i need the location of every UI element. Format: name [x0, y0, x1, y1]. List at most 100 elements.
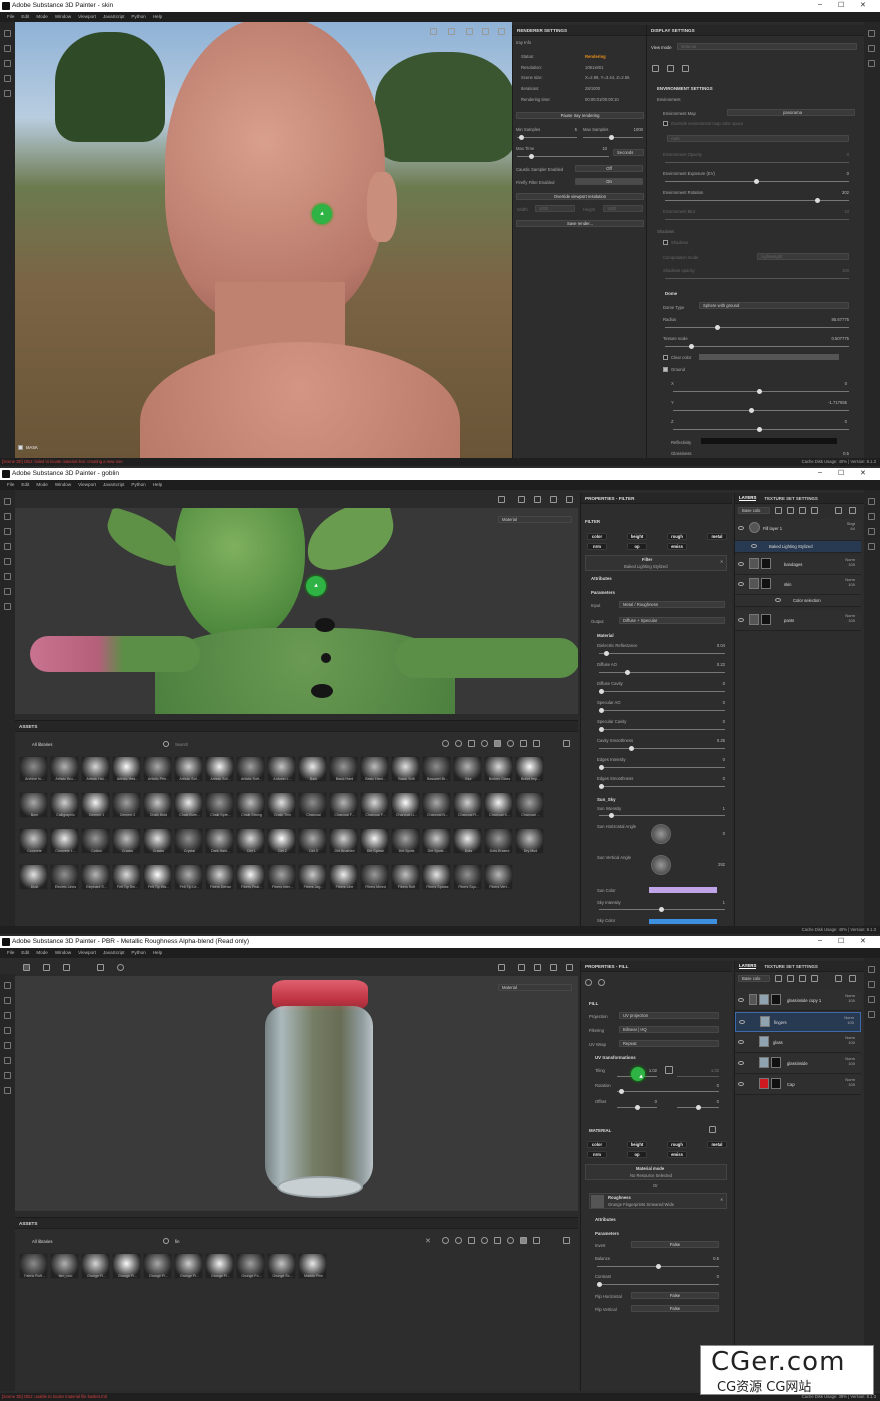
menu-viewport[interactable]: Viewport — [78, 12, 96, 22]
viewport-3d[interactable]: Material — [15, 508, 578, 714]
layer-opacity[interactable]: 100 — [848, 1040, 855, 1045]
asset-tile[interactable]: Grunge Fi... — [205, 1253, 234, 1279]
asset-tile[interactable]: Felt Tip Le... — [174, 864, 203, 890]
menu-file[interactable]: File — [7, 12, 14, 22]
eye-icon[interactable] — [738, 1061, 744, 1065]
color-space-dropdown[interactable]: Auto — [667, 135, 849, 142]
menu-mode[interactable]: Mode — [36, 948, 48, 958]
layer-cap[interactable]: Cap Norm 100 — [735, 1075, 861, 1095]
layer-opacity[interactable]: 100 — [848, 618, 855, 623]
asset-tile[interactable]: Bullet Imp... — [515, 756, 544, 782]
picker-tool-icon[interactable] — [4, 588, 11, 595]
menu-mode[interactable]: Mode — [36, 12, 48, 22]
filter-filter-icon[interactable] — [481, 1237, 488, 1244]
layer-opacity[interactable]: 100 — [847, 1020, 854, 1025]
asset-tile[interactable]: Artistic Hai... — [81, 756, 110, 782]
asset-tile[interactable]: Cracks — [143, 828, 172, 854]
menu-help[interactable]: Help — [153, 12, 162, 22]
filter-filter-icon[interactable] — [481, 740, 488, 747]
channel-rough-toggle[interactable]: rough — [667, 533, 687, 540]
rotation-slider[interactable] — [617, 1091, 719, 1092]
material-slider-track[interactable] — [599, 672, 725, 673]
channel-dropdown[interactable]: Base colo — [738, 507, 770, 514]
max-samples-knob[interactable] — [609, 135, 614, 140]
clone-tool-icon[interactable] — [4, 1057, 11, 1064]
settings-icon[interactable] — [868, 45, 875, 52]
filter-slot[interactable]: Filter Baked Lighting Stylized ✕ — [585, 555, 727, 571]
bake-tool-icon[interactable] — [4, 603, 11, 610]
uv-grid-icon[interactable] — [43, 964, 50, 971]
filter-brush-icon[interactable] — [494, 740, 501, 747]
eye-icon[interactable] — [738, 582, 744, 586]
close-button[interactable]: ✕ — [860, 937, 866, 945]
asset-tile[interactable]: Dirt 1 — [236, 828, 265, 854]
y-knob[interactable] — [749, 408, 754, 413]
material-slider-knob[interactable] — [603, 651, 609, 656]
asset-tile[interactable]: Chalk Thin — [267, 792, 296, 818]
asset-tile[interactable]: Dirt 2 — [267, 828, 296, 854]
material-slider-knob[interactable] — [599, 765, 604, 770]
layer-bandages[interactable]: bandages Norm 100 — [735, 555, 861, 575]
menu-edit[interactable]: Edit — [21, 948, 29, 958]
projection-tool-icon[interactable] — [4, 60, 11, 67]
add-effect-icon[interactable] — [811, 507, 818, 514]
filtering-dropdown[interactable]: Bilinear | HQ — [619, 1026, 719, 1033]
add-paint-layer-icon[interactable] — [775, 507, 782, 514]
asset-tile[interactable]: Cement 2 — [112, 792, 141, 818]
asset-tile[interactable]: Chalk Spre... — [205, 792, 234, 818]
asset-tile[interactable]: Grunge Fi... — [143, 1253, 172, 1279]
asset-tile[interactable]: Fabric Ruff... — [19, 1253, 48, 1279]
material-section[interactable]: Material — [597, 633, 614, 638]
max-time-unit-dropdown[interactable]: Seconds — [613, 149, 644, 156]
asset-tile[interactable]: Bark — [298, 756, 327, 782]
asset-tile[interactable]: Dots — [453, 828, 482, 854]
view-mode-dropdown[interactable]: Material — [677, 43, 857, 50]
camera-icon[interactable] — [448, 28, 455, 35]
clear-color-checkbox[interactable] — [663, 355, 668, 360]
asset-tile[interactable]: Dirt Brushed — [329, 828, 358, 854]
channel-color-toggle[interactable]: color — [587, 1141, 607, 1148]
asset-tile[interactable]: Felt Tip Wa... — [143, 864, 172, 890]
layer-fill-1[interactable]: Fill layer 1 Sbgt 64 — [735, 519, 861, 541]
ground-checkbox[interactable] — [663, 367, 668, 372]
asset-tile[interactable]: Dirt Spots ... — [422, 828, 451, 854]
grid-icon[interactable] — [563, 740, 570, 747]
roughness-slot[interactable]: Roughness Grunge Fingerprints Smeared Wi… — [589, 1193, 727, 1209]
parameters-section[interactable]: Parameters — [595, 1231, 619, 1236]
layer-pants[interactable]: pants Norm 100 — [735, 611, 861, 631]
asset-tile[interactable]: Fibers Jag... — [298, 864, 327, 890]
menu-javascript[interactable]: JavaScript — [103, 480, 124, 490]
material-slider-track[interactable] — [599, 710, 725, 711]
asset-tile[interactable]: Fibers Soft — [391, 864, 420, 890]
env-blur-slider[interactable] — [665, 219, 849, 220]
camera-icon[interactable] — [518, 496, 525, 503]
eye-icon[interactable] — [738, 1040, 744, 1044]
filter-material-icon[interactable] — [442, 1237, 449, 1244]
asset-tile[interactable]: Blur — [453, 756, 482, 782]
layer-effect-baked[interactable]: Baked Lighting Stylized — [735, 541, 861, 553]
projection-tool-icon[interactable] — [4, 528, 11, 535]
asset-tile[interactable]: Artistic Hea... — [112, 756, 141, 782]
smudge-tool-icon[interactable] — [4, 1042, 11, 1049]
bake-tool-icon[interactable] — [4, 1087, 11, 1094]
channel-nrm-toggle[interactable]: nrm — [587, 1151, 607, 1158]
env-map-field[interactable]: panorama — [727, 109, 855, 116]
layer-opacity[interactable]: 64 — [851, 526, 855, 531]
screenshot-icon[interactable] — [566, 496, 573, 503]
add-mask-icon[interactable] — [799, 975, 806, 982]
env-exposure-knob[interactable] — [754, 179, 759, 184]
settings-icon[interactable] — [868, 513, 875, 520]
add-paint-layer-icon[interactable] — [775, 975, 782, 982]
eraser-tool-icon[interactable] — [4, 45, 11, 52]
sun-vertical-dial[interactable] — [651, 855, 671, 875]
asset-tile[interactable]: Concrete L... — [50, 828, 79, 854]
viewport-mode-dropdown[interactable]: Material — [498, 984, 572, 991]
camera-tab-icon[interactable] — [667, 65, 674, 72]
filter-alpha-icon[interactable] — [533, 1237, 540, 1244]
eye-icon[interactable] — [738, 562, 744, 566]
pause-icon[interactable] — [430, 28, 437, 35]
roughness-close-icon[interactable]: ✕ — [720, 1197, 724, 1202]
layer-opacity[interactable]: 100 — [848, 562, 855, 567]
pause-iray-button[interactable]: Pause Iray rendering — [516, 112, 644, 119]
filter-material-icon[interactable] — [442, 740, 449, 747]
